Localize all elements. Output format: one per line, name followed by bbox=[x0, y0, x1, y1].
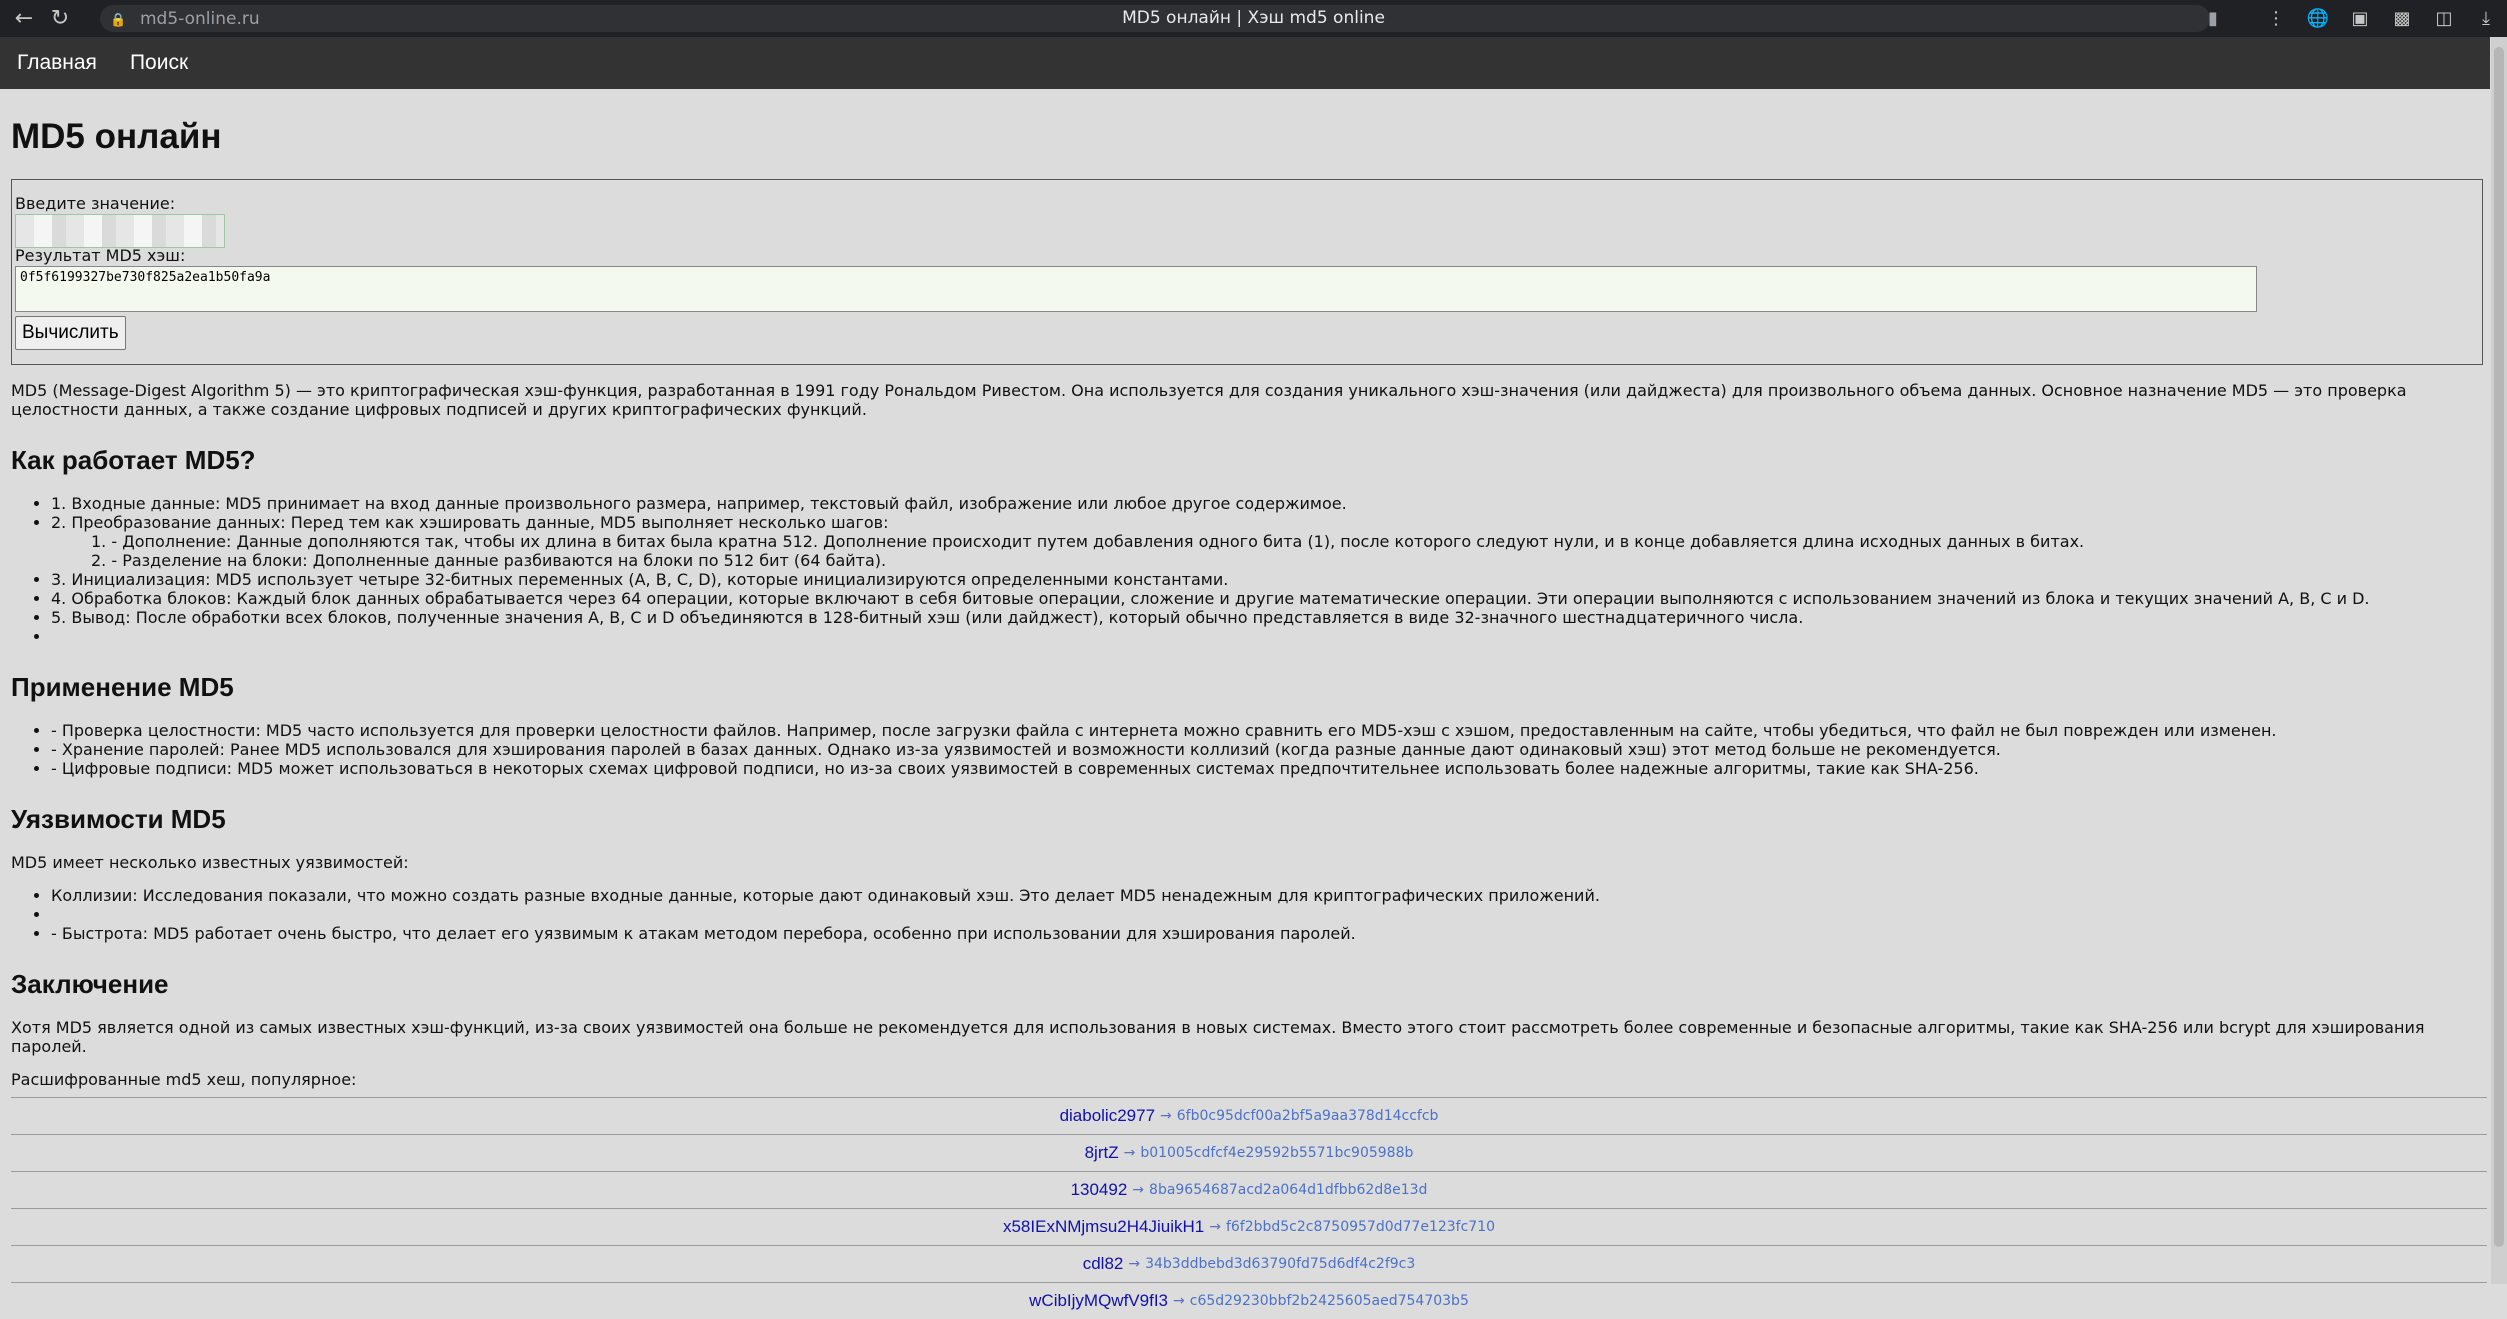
how-heading: Как работает MD5? bbox=[11, 445, 256, 475]
nav-search-link[interactable]: Поиск bbox=[130, 51, 188, 75]
list-item: - Проверка целостности: MD5 часто исполь… bbox=[51, 721, 2491, 740]
hash-value: c65d29230bbf2b2425605aed754703b5 bbox=[1189, 1293, 1469, 1309]
url-text: md5-online.ru bbox=[140, 8, 260, 29]
sub-list: 1. - Дополнение: Данные дополняются так,… bbox=[51, 532, 2491, 570]
list-item bbox=[51, 905, 2491, 924]
scrollbar[interactable] bbox=[2491, 37, 2507, 1284]
reload-icon[interactable]: ↻ bbox=[42, 0, 78, 37]
hash-word-link[interactable]: 8jrtZ bbox=[1085, 1143, 1119, 1163]
bookmark-icon[interactable]: ▮ bbox=[2208, 8, 2218, 29]
list-item: wCibIjyMQwfV9fI3 → c65d29230bbf2b2425605ae… bbox=[11, 1282, 2487, 1319]
hash-value: 34b3ddbebd3d63790fd75d6df4c2f9c3 bbox=[1145, 1256, 1416, 1272]
intro-text: MD5 (Message-Digest Algorithm 5) — это к… bbox=[11, 381, 2407, 419]
usage-list: - Проверка целостности: MD5 часто исполь… bbox=[11, 721, 2491, 778]
arrow-icon: → bbox=[1123, 1145, 1136, 1161]
lock-icon: 🔒 bbox=[110, 12, 127, 28]
site-nav: Главная Поиск bbox=[0, 37, 2490, 89]
arrow-icon: → bbox=[1173, 1293, 1185, 1309]
translate-icon[interactable]: ▩ bbox=[2391, 8, 2413, 30]
conclusion-heading: Заключение bbox=[11, 969, 169, 999]
list-item: 4. Обработка блоков: Каждый блок данных … bbox=[51, 589, 2491, 608]
hash-word-link[interactable]: diabolic2977 bbox=[1060, 1106, 1155, 1126]
vuln-list: Коллизии: Исследования показали, что мож… bbox=[11, 886, 2491, 943]
input-label: Введите значение: bbox=[15, 194, 176, 213]
page-title: MD5 онлайн bbox=[11, 117, 222, 156]
scrollbar-thumb[interactable] bbox=[2494, 47, 2504, 1247]
download-icon[interactable]: ⤓ bbox=[2475, 8, 2497, 30]
popular-hash-list: diabolic2977 → 6fb0c95dcf00a2bf5a9aa378d14… bbox=[11, 1097, 2487, 1319]
hash-word-link[interactable]: wCibIjyMQwfV9fI3 bbox=[1029, 1291, 1168, 1311]
hash-word-link[interactable]: 130492 bbox=[1071, 1180, 1128, 1200]
list-item: x58IExNMjmsu2H4JiuikH1 → f6f2bbd5c2c875095… bbox=[11, 1208, 2487, 1245]
globe-icon[interactable]: 🌐 bbox=[2307, 8, 2329, 30]
list-item: cdl82 → 34b3ddbebd3d63790fd75d6df4c2f9c3 bbox=[11, 1245, 2487, 1282]
list-item: 1. - Дополнение: Данные дополняются так,… bbox=[91, 532, 2085, 551]
list-item: 1. Входные данные: MD5 принимает на вход… bbox=[51, 494, 2491, 513]
list-item: - Хранение паролей: Ранее MD5 использова… bbox=[51, 740, 2491, 759]
list-item bbox=[51, 627, 2491, 646]
popular-label: Расшифрованные md5 хеш, популярное: bbox=[11, 1070, 357, 1089]
list-item: 130492 → 8ba9654687acd2a064d1dfbb62d8e13d bbox=[11, 1171, 2487, 1208]
hash-value: f6f2bbd5c2c8750957d0d77e123fc710 bbox=[1225, 1219, 1496, 1235]
list-item: Коллизии: Исследования показали, что мож… bbox=[51, 886, 2491, 905]
hash-word-link[interactable]: x58IExNMjmsu2H4JiuikH1 bbox=[1003, 1217, 1204, 1237]
usage-heading: Применение MD5 bbox=[11, 672, 234, 702]
sidebar-icon[interactable]: ◫ bbox=[2433, 8, 2455, 30]
vuln-intro: MD5 имеет несколько известных уязвимосте… bbox=[11, 853, 409, 872]
main-content: MD5 онлайн Введите значение: Результат M… bbox=[11, 89, 2491, 1319]
list-item: - Быстрота: MD5 работает очень быстро, ч… bbox=[51, 924, 2491, 943]
arrow-icon: → bbox=[1209, 1219, 1221, 1235]
arrow-icon: → bbox=[1128, 1256, 1141, 1272]
browser-toolbar: ← ↻ 🔒 md5-online.ru MD5 онлайн | Хэш md5… bbox=[0, 0, 2507, 37]
nav-home-link[interactable]: Главная bbox=[17, 51, 97, 75]
md5-form: Введите значение: Результат MD5 хэш: 0f5… bbox=[11, 179, 2483, 365]
list-item: 8jrtZ → b01005cdfcf4e29592b5571bc905988b bbox=[11, 1134, 2487, 1171]
calculate-button[interactable]: Вычислить bbox=[15, 316, 126, 350]
back-icon[interactable]: ← bbox=[6, 0, 42, 37]
vuln-heading: Уязвимости MD5 bbox=[11, 804, 226, 834]
list-item: diabolic2977 → 6fb0c95dcf00a2bf5a9aa378d14… bbox=[11, 1097, 2487, 1134]
hash-word-link[interactable]: cdl82 bbox=[1083, 1254, 1124, 1274]
address-bar[interactable]: 🔒 md5-online.ru bbox=[100, 5, 2210, 32]
list-item: 5. Вывод: После обработки всех блоков, п… bbox=[51, 608, 2491, 627]
menu-dots-icon[interactable]: ⋮ bbox=[2265, 8, 2287, 30]
hash-value: 8ba9654687acd2a064d1dfbb62d8e13d bbox=[1149, 1182, 1428, 1198]
arrow-icon: → bbox=[1132, 1182, 1145, 1198]
list-item: - Цифровые подписи: MD5 может использова… bbox=[51, 759, 2491, 778]
result-label: Результат MD5 хэш: bbox=[15, 246, 186, 265]
extension-icon[interactable]: ▣ bbox=[2349, 8, 2371, 30]
value-input[interactable] bbox=[15, 214, 225, 248]
arrow-icon: → bbox=[1160, 1108, 1172, 1124]
conclusion-text: Хотя MD5 является одной из самых известн… bbox=[11, 1018, 2425, 1056]
hash-value: b01005cdfcf4e29592b5571bc905988b bbox=[1140, 1145, 1414, 1161]
list-item: 2. - Разделение на блоки: Дополненные да… bbox=[91, 551, 887, 570]
list-item: 3. Инициализация: MD5 использует четыре … bbox=[51, 570, 2491, 589]
hash-value: 6fb0c95dcf00a2bf5a9aa378d14ccfcb bbox=[1176, 1108, 1439, 1124]
how-list: 1. Входные данные: MD5 принимает на вход… bbox=[11, 494, 2491, 646]
list-item: 2. Преобразование данных: Перед тем как … bbox=[51, 513, 2491, 570]
result-textarea[interactable]: 0f5f6199327be730f825a2ea1b50fa9a bbox=[15, 266, 2257, 312]
